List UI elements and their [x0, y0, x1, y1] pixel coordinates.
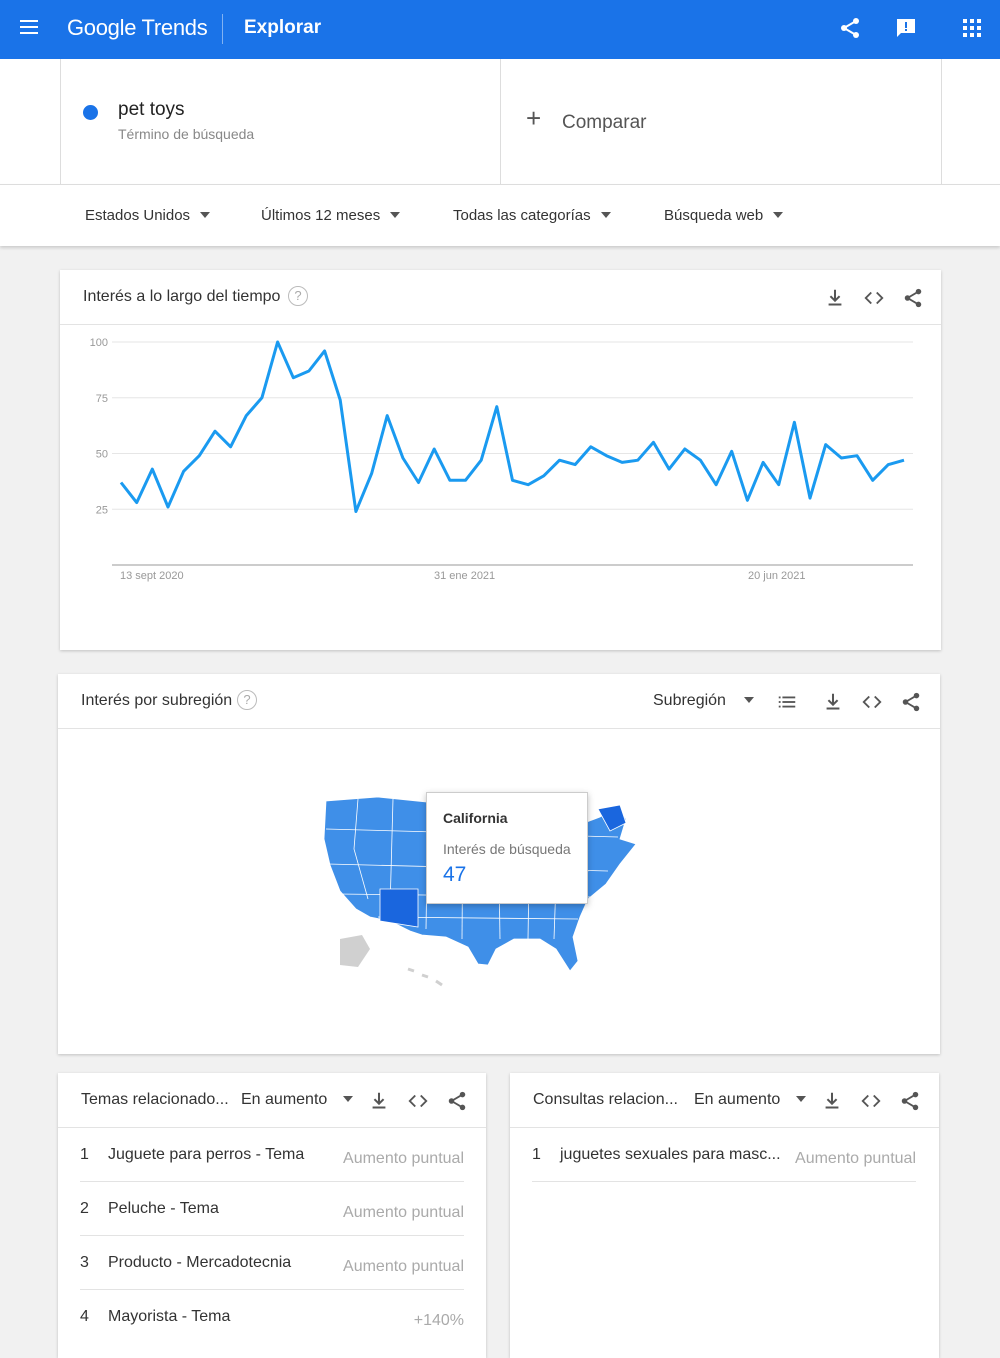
region-filter[interactable]: Estados Unidos	[85, 207, 211, 224]
row-value: Aumento puntual	[795, 1150, 916, 1167]
download-icon[interactable]	[368, 1090, 390, 1112]
embed-code-icon[interactable]	[860, 1090, 882, 1112]
row-rank: 3	[80, 1254, 89, 1271]
row-query[interactable]: juguetes sexuales para masc...	[560, 1146, 781, 1164]
related-topics-filter-dropdown[interactable]: En aumento	[241, 1091, 354, 1109]
caret-down-icon	[796, 1095, 807, 1102]
share-icon[interactable]	[899, 1090, 921, 1112]
menu-icon[interactable]	[20, 20, 40, 36]
interest-over-time-card: Interés a lo largo del tiempo ? 25 50 75 10…	[60, 270, 941, 650]
caret-down-icon	[200, 212, 211, 219]
x-tick-label: 20 jun 2021	[748, 570, 806, 582]
compare-button[interactable]: + Comparar	[500, 59, 942, 184]
filter-bar: Estados Unidos Últimos 12 meses Todas la…	[0, 184, 1000, 246]
row-rank: 1	[80, 1146, 89, 1163]
category-filter[interactable]: Todas las categorías	[453, 207, 611, 224]
row-value: Aumento puntual	[343, 1204, 464, 1221]
search-term-name[interactable]: pet toys	[118, 99, 185, 121]
interest-by-subregion-title: Interés por subregión	[81, 692, 233, 709]
related-topics-card: Temas relacionado... En aumento 1 Juguet…	[58, 1073, 486, 1358]
x-tick-label: 13 sept 2020	[120, 570, 184, 582]
y-tick-label: 100	[90, 337, 108, 349]
row-topic[interactable]: Peluche - Tema	[108, 1200, 219, 1218]
card-header: Consultas relacion... En aumento	[510, 1073, 939, 1128]
related-topics-title: Temas relacionado...	[81, 1091, 229, 1108]
search-term-bar: pet toys Término de búsqueda + Comparar	[0, 59, 1000, 184]
list-item[interactable]: 3 Producto - Mercadotecnia Aumento puntu…	[80, 1236, 464, 1290]
tooltip-label: Interés de búsqueda	[443, 841, 571, 857]
list-item[interactable]: 4 Mayorista - Tema +140%	[80, 1290, 464, 1344]
series-line[interactable]	[119, 340, 905, 513]
card-header: Interés a lo largo del tiempo ?	[60, 270, 941, 325]
tooltip-region: California	[443, 810, 508, 826]
search-type-filter-label: Búsqueda web	[664, 207, 764, 224]
caret-down-icon	[343, 1095, 354, 1102]
feedback-icon[interactable]	[894, 16, 918, 40]
row-rank: 4	[80, 1308, 89, 1325]
row-value: Aumento puntual	[343, 1258, 464, 1275]
row-rank: 1	[532, 1146, 541, 1163]
y-tick-label: 50	[96, 449, 108, 461]
header-divider	[222, 14, 223, 44]
card-header: Temas relacionado... En aumento	[58, 1073, 486, 1128]
plus-icon: +	[526, 103, 542, 133]
x-tick-label: 31 ene 2021	[434, 570, 495, 582]
related-queries-card: Consultas relacion... En aumento 1 jugue…	[510, 1073, 939, 1358]
related-queries-filter-label: En aumento	[694, 1091, 781, 1108]
top-app-bar: Google Trends Explorar	[0, 0, 1000, 59]
related-queries-filter-dropdown[interactable]: En aumento	[694, 1091, 807, 1109]
row-topic[interactable]: Juguete para perros - Tema	[108, 1146, 304, 1164]
row-rank: 2	[80, 1200, 89, 1217]
row-topic[interactable]: Mayorista - Tema	[108, 1308, 230, 1326]
map-tooltip: California Interés de búsqueda 47	[426, 792, 588, 904]
subregion-dropdown[interactable]: Subregión	[653, 692, 754, 710]
caret-down-icon	[743, 696, 754, 703]
y-tick-label: 75	[96, 393, 108, 405]
search-term-card[interactable]: pet toys Término de búsqueda	[60, 59, 501, 184]
google-trends-logo[interactable]: Google Trends	[67, 15, 208, 41]
card-header: Interés por subregión ? Subregión	[58, 674, 940, 729]
search-type-filter[interactable]: Búsqueda web	[664, 207, 784, 224]
row-topic[interactable]: Producto - Mercadotecnia	[108, 1254, 291, 1272]
share-icon[interactable]	[838, 16, 862, 40]
download-icon[interactable]	[821, 1090, 843, 1112]
list-item[interactable]: 1 Juguete para perros - Tema Aumento pun…	[80, 1128, 464, 1182]
region-filter-label: Estados Unidos	[85, 207, 191, 224]
time-filter[interactable]: Últimos 12 meses	[261, 207, 401, 224]
download-icon[interactable]	[822, 691, 844, 713]
help-icon[interactable]: ?	[288, 286, 308, 306]
subregion-dropdown-label: Subregión	[653, 692, 726, 709]
caret-down-icon	[390, 212, 401, 219]
embed-code-icon[interactable]	[407, 1090, 429, 1112]
interest-line-chart: 25 50 75 100 13 sept 2020 31 ene 2021 20 jun 2…	[90, 337, 913, 582]
list-item[interactable]: 2 Peluche - Tema Aumento puntual	[80, 1182, 464, 1236]
interest-over-time-title: Interés a lo largo del tiempo	[83, 288, 281, 305]
compare-label: Comparar	[562, 112, 647, 133]
embed-code-icon[interactable]	[861, 691, 883, 713]
share-icon[interactable]	[446, 1090, 468, 1112]
share-icon[interactable]	[902, 287, 924, 309]
tooltip-value: 47	[443, 863, 467, 886]
time-filter-label: Últimos 12 meses	[261, 207, 381, 224]
row-value: +140%	[413, 1312, 464, 1329]
download-icon[interactable]	[824, 287, 846, 309]
list-view-icon[interactable]	[776, 691, 798, 713]
list-item[interactable]: 1 juguetes sexuales para masc... Aumento…	[532, 1128, 916, 1182]
caret-down-icon	[773, 212, 784, 219]
y-tick-label: 25	[96, 504, 108, 516]
caret-down-icon	[600, 212, 611, 219]
search-term-subtitle: Término de búsqueda	[118, 126, 255, 142]
category-filter-label: Todas las categorías	[453, 207, 591, 224]
interest-by-subregion-card: Interés por subregión ? Subregión Califo…	[58, 674, 940, 1054]
row-value: Aumento puntual	[343, 1150, 464, 1167]
related-topics-filter-label: En aumento	[241, 1091, 328, 1108]
embed-code-icon[interactable]	[863, 287, 885, 309]
related-queries-title: Consultas relacion...	[533, 1091, 678, 1108]
page-title: Explorar	[244, 17, 322, 38]
term-color-dot	[83, 105, 98, 120]
apps-grid-icon[interactable]	[960, 16, 984, 40]
share-icon[interactable]	[900, 691, 922, 713]
help-icon[interactable]: ?	[237, 690, 257, 710]
